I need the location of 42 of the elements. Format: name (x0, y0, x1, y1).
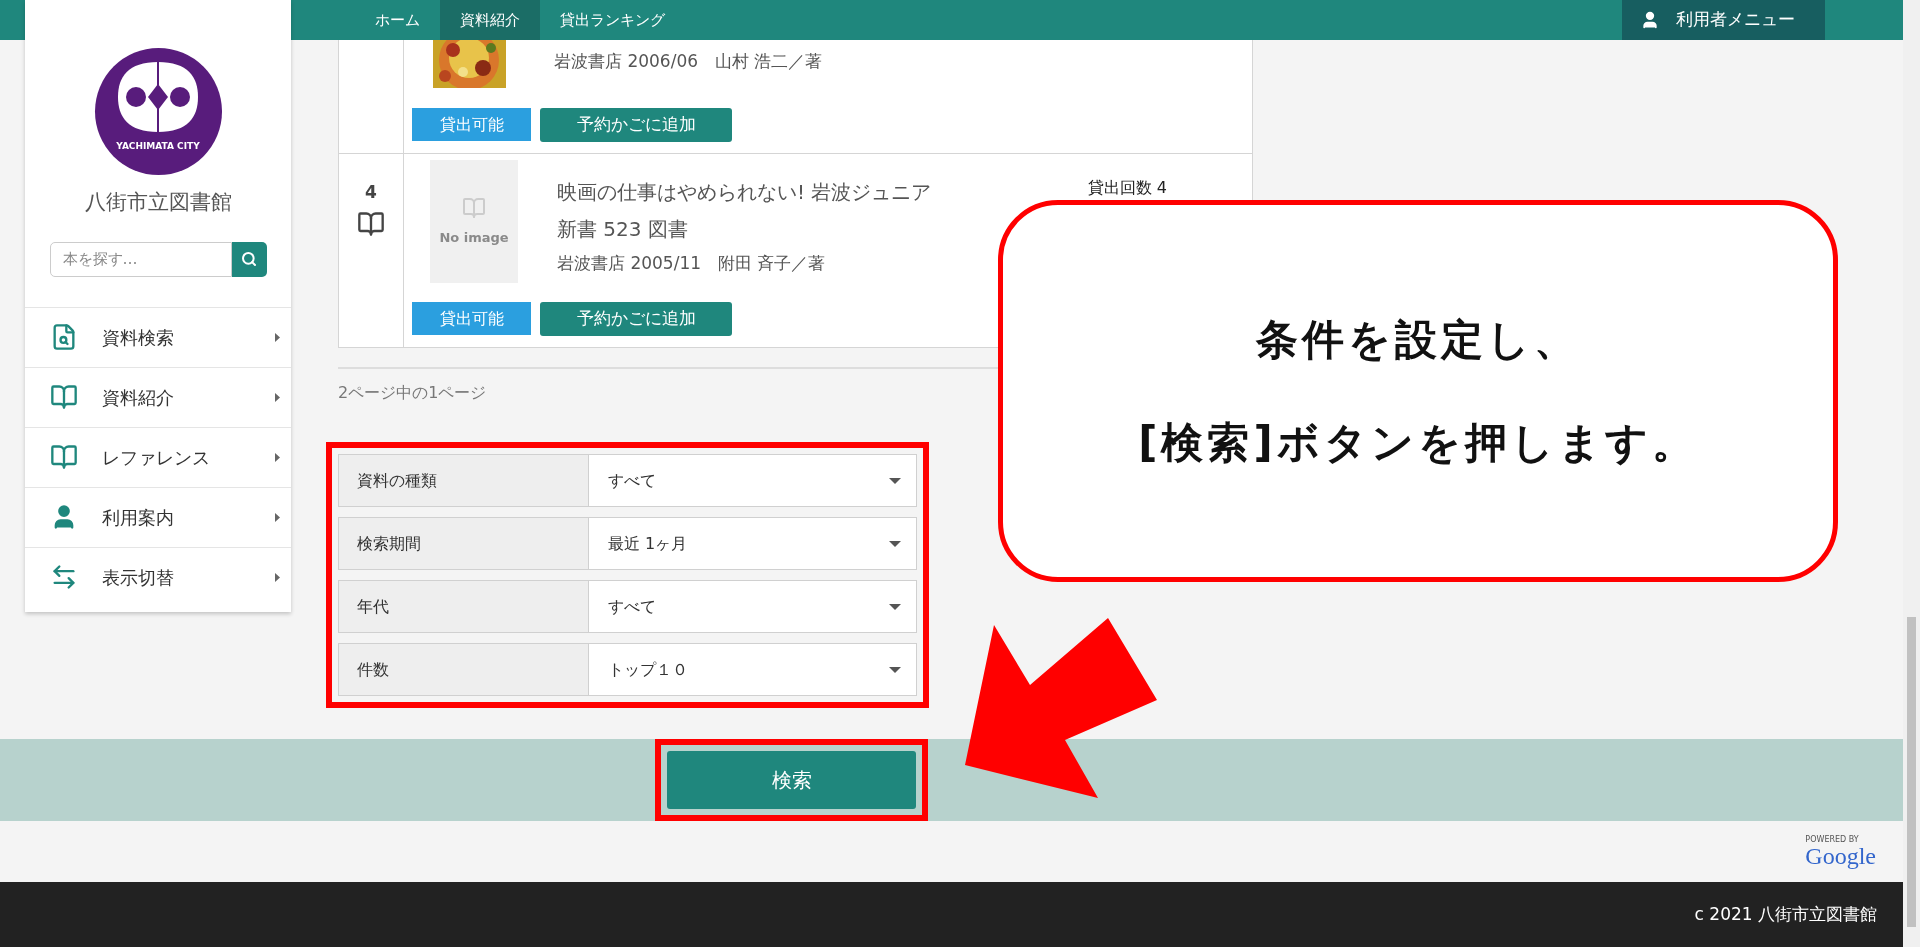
pagination-text: 2ページ中の1ページ (338, 383, 487, 402)
arrow-icon (963, 616, 1159, 800)
user-menu-button[interactable]: 利用者メニュー (1622, 0, 1825, 40)
chevron-right-icon (275, 392, 280, 402)
search-button[interactable]: 検索 (667, 751, 916, 809)
sidebar-menu-item[interactable]: 表示切替 (25, 546, 291, 607)
book-icon (357, 209, 385, 238)
powered-by-google-logo: POWERED BY Google (1805, 835, 1876, 868)
book-meta: 岩波書店 2006/06 山村 浩二／著 (554, 50, 823, 73)
add-to-reserve-button[interactable]: 予約かごに追加 (540, 302, 732, 336)
breadcrumb-link[interactable]: 貸出ランキング (540, 0, 685, 40)
open-book-icon (50, 443, 78, 471)
book-meta: 岩波書店 2005/11 附田 斉子／著 (557, 252, 827, 275)
sidebar-menu-item[interactable]: 資料紹介 (25, 366, 291, 427)
availability-badge: 貸出可能 (412, 302, 531, 335)
book-title: 新書 523 図書 (557, 216, 689, 243)
open-book-icon (50, 383, 78, 411)
breadcrumb-link[interactable]: ホーム (355, 0, 440, 40)
breadcrumb-link[interactable]: 資料紹介 (440, 0, 540, 40)
search-button[interactable] (231, 241, 267, 277)
availability-badge: 貸出可能 (412, 108, 531, 141)
add-to-reserve-button[interactable]: 予約かごに追加 (540, 108, 732, 142)
no-image-text: No image (439, 228, 509, 247)
chevron-right-icon (275, 452, 280, 462)
chevron-right-icon (275, 572, 280, 582)
copyright-text: c 2021 八街市立図書館 (1694, 902, 1877, 926)
loan-count: 貸出回数 4 (1087, 177, 1167, 199)
user-icon (1640, 10, 1660, 30)
library-name: 八街市立図書館 (83, 189, 233, 216)
sidebar-menu-item[interactable]: レファレンス (25, 426, 291, 487)
book-title: 映画の仕事はやめられない! 岩波ジュニア (557, 179, 932, 206)
search-field[interactable]: 本を探す… (49, 241, 232, 277)
callout-text: [検索]ボタンを押します。 (1138, 417, 1698, 469)
rank-number: 4 (365, 181, 377, 204)
callout-text: 条件を設定し、 (1256, 314, 1580, 366)
book-icon (462, 195, 486, 220)
chevron-right-icon (275, 332, 280, 342)
chevron-right-icon (275, 512, 280, 522)
search-icon (241, 251, 257, 267)
sidebar-menu-item[interactable]: 資料検索 (25, 306, 291, 367)
city-logo: YACHIMATA CITY (94, 48, 222, 175)
sidebar-menu-item[interactable]: 利用案内 (25, 486, 291, 547)
